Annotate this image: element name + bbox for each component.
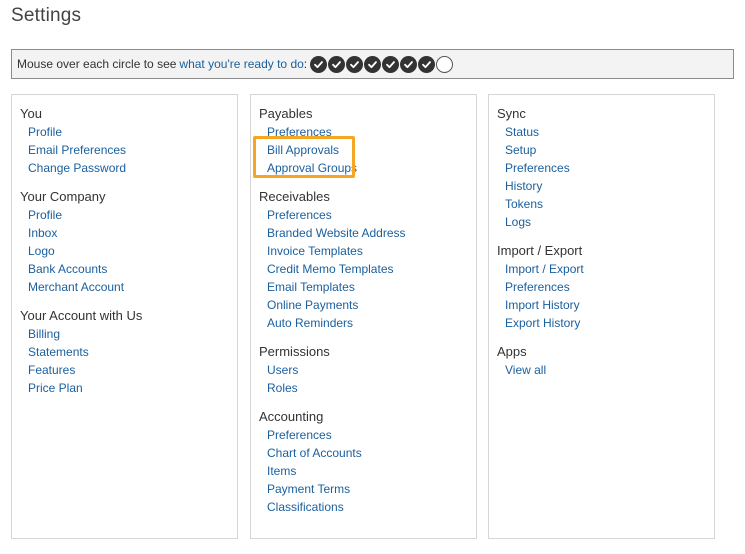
link-sync-history[interactable]: History bbox=[505, 179, 714, 193]
section-heading: Accounting bbox=[259, 409, 324, 424]
section-payables: Payables Preferences Bill Approvals Approva… bbox=[259, 106, 476, 176]
section-you: You Profile Email Preferences Change Passwo… bbox=[20, 106, 237, 176]
section-accounting: Accounting Preferences Chart of Accounts It… bbox=[259, 409, 476, 515]
section-heading: Sync bbox=[497, 106, 526, 121]
section-heading: Receivables bbox=[259, 189, 330, 204]
step-complete-icon[interactable] bbox=[418, 55, 436, 73]
link-your-account-with-us-price-plan[interactable]: Price Plan bbox=[28, 381, 237, 395]
step-complete-icon[interactable] bbox=[382, 55, 400, 73]
step-complete-icon[interactable] bbox=[400, 55, 418, 73]
link-accounting-items[interactable]: Items bbox=[267, 464, 476, 478]
link-accounting-chart-of-accounts[interactable]: Chart of Accounts bbox=[267, 446, 476, 460]
link-payables-bill-approvals[interactable]: Bill Approvals bbox=[267, 143, 476, 157]
progress-prompt: Mouse over each circle to see bbox=[17, 57, 177, 71]
section-heading: You bbox=[20, 106, 42, 121]
step-complete-icon[interactable] bbox=[364, 55, 382, 73]
section-sync: Sync Status Setup Preferences History Tokens L… bbox=[497, 106, 714, 230]
link-receivables-email-templates[interactable]: Email Templates bbox=[267, 280, 476, 294]
link-accounting-classifications[interactable]: Classifications bbox=[267, 500, 476, 514]
link-your-account-with-us-features[interactable]: Features bbox=[28, 363, 237, 377]
link-your-company-profile[interactable]: Profile bbox=[28, 208, 237, 222]
link-receivables-credit-memo-templates[interactable]: Credit Memo Templates bbox=[267, 262, 476, 276]
settings-column-account: You Profile Email Preferences Change Passwo… bbox=[11, 94, 238, 539]
section-heading: Import / Export bbox=[497, 243, 583, 258]
link-import-export-preferences[interactable]: Preferences bbox=[505, 280, 714, 294]
section-heading: Payables bbox=[259, 106, 313, 121]
progress-colon: : bbox=[303, 57, 308, 71]
link-receivables-invoice-templates[interactable]: Invoice Templates bbox=[267, 244, 476, 258]
link-your-company-bank-accounts[interactable]: Bank Accounts bbox=[28, 262, 237, 276]
link-accounting-payment-terms[interactable]: Payment Terms bbox=[267, 482, 476, 496]
section-permissions: Permissions Users Roles bbox=[259, 344, 476, 396]
link-import-export-import-export[interactable]: Import / Export bbox=[505, 262, 714, 276]
section-heading: Permissions bbox=[259, 344, 330, 359]
setup-progress-bar: Mouse over each circle to see what you'r… bbox=[11, 49, 734, 79]
link-receivables-branded-website-address[interactable]: Branded Website Address bbox=[267, 226, 476, 240]
ready-to-do-link[interactable]: what you're ready to do bbox=[179, 57, 303, 71]
link-you-profile[interactable]: Profile bbox=[28, 125, 237, 139]
link-import-export-export-history[interactable]: Export History bbox=[505, 316, 714, 330]
step-incomplete-icon[interactable] bbox=[436, 55, 454, 73]
link-sync-preferences[interactable]: Preferences bbox=[505, 161, 714, 175]
link-accounting-preferences[interactable]: Preferences bbox=[267, 428, 476, 442]
progress-circles bbox=[310, 55, 454, 73]
link-your-company-merchant-account[interactable]: Merchant Account bbox=[28, 280, 237, 294]
section-your-account-with-us: Your Account with Us Billing Statements Fea… bbox=[20, 308, 237, 396]
link-receivables-online-payments[interactable]: Online Payments bbox=[267, 298, 476, 312]
step-complete-icon[interactable] bbox=[346, 55, 364, 73]
link-you-change-password[interactable]: Change Password bbox=[28, 161, 237, 175]
link-apps-view-all[interactable]: View all bbox=[505, 363, 714, 377]
section-apps: Apps View all bbox=[497, 344, 714, 378]
section-heading: Apps bbox=[497, 344, 527, 359]
link-import-export-import-history[interactable]: Import History bbox=[505, 298, 714, 312]
link-your-company-logo[interactable]: Logo bbox=[28, 244, 237, 258]
page-title: Settings bbox=[11, 5, 82, 26]
step-complete-icon[interactable] bbox=[328, 55, 346, 73]
link-receivables-preferences[interactable]: Preferences bbox=[267, 208, 476, 222]
link-permissions-users[interactable]: Users bbox=[267, 363, 476, 377]
section-your-company: Your Company Profile Inbox Logo Bank Account… bbox=[20, 189, 237, 295]
link-sync-status[interactable]: Status bbox=[505, 125, 714, 139]
link-receivables-auto-reminders[interactable]: Auto Reminders bbox=[267, 316, 476, 330]
section-heading: Your Company bbox=[20, 189, 106, 204]
link-sync-setup[interactable]: Setup bbox=[505, 143, 714, 157]
link-your-company-inbox[interactable]: Inbox bbox=[28, 226, 237, 240]
section-import-export: Import / Export Import / Export Preference… bbox=[497, 243, 714, 331]
link-payables-preferences[interactable]: Preferences bbox=[267, 125, 476, 139]
link-payables-approval-groups[interactable]: Approval Groups bbox=[267, 161, 476, 175]
link-sync-tokens[interactable]: Tokens bbox=[505, 197, 714, 211]
settings-column-finance: Payables Preferences Bill Approvals Approva… bbox=[250, 94, 477, 539]
link-your-account-with-us-billing[interactable]: Billing bbox=[28, 327, 237, 341]
settings-column-integrations: Sync Status Setup Preferences History Tokens L… bbox=[488, 94, 715, 539]
link-sync-logs[interactable]: Logs bbox=[505, 215, 714, 229]
step-complete-icon[interactable] bbox=[310, 55, 328, 73]
link-you-email-preferences[interactable]: Email Preferences bbox=[28, 143, 237, 157]
link-permissions-roles[interactable]: Roles bbox=[267, 381, 476, 395]
section-heading: Your Account with Us bbox=[20, 308, 143, 323]
link-your-account-with-us-statements[interactable]: Statements bbox=[28, 345, 237, 359]
section-receivables: Receivables Preferences Branded Website Ad… bbox=[259, 189, 476, 331]
